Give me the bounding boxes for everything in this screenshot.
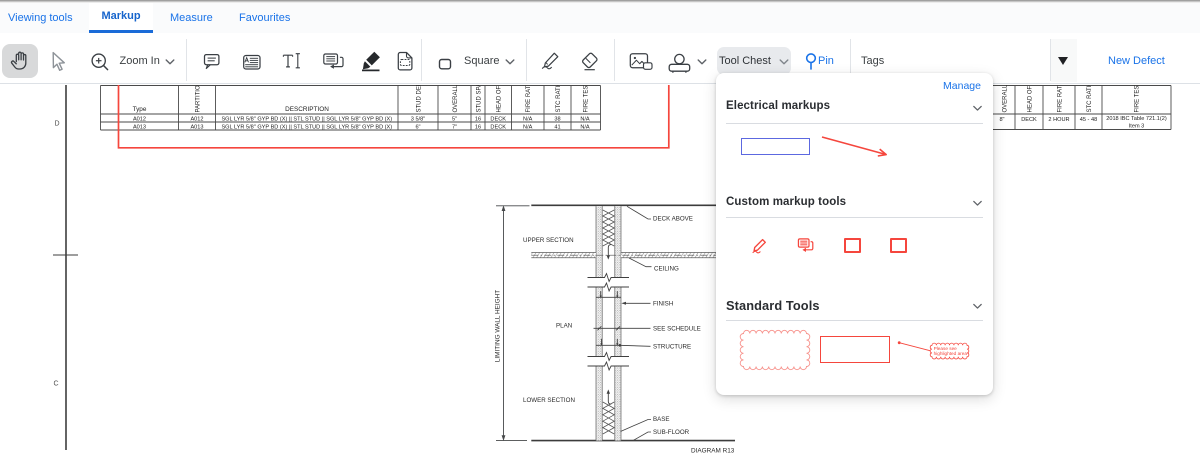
svg-text:LOWER SECTION: LOWER SECTION [523, 397, 575, 404]
svg-text:7": 7" [452, 124, 457, 130]
svg-text:DECK: DECK [490, 124, 506, 130]
svg-text:SGL LYR 5/8" GYP BD (X) || STL: SGL LYR 5/8" GYP BD (X) || STL STUD || S… [221, 124, 392, 130]
svg-text:SUB-FLOOR: SUB-FLOOR [653, 429, 690, 436]
svg-text:38: 38 [554, 116, 560, 122]
svg-text:C: C [53, 381, 58, 388]
svg-text:LIMITING WALL HEIGHT: LIMITING WALL HEIGHT [495, 290, 502, 362]
svg-text:3 5/8": 3 5/8" [411, 116, 425, 122]
svg-text:5": 5" [452, 116, 457, 122]
svg-text:HEAD OF: HEAD OF [1028, 85, 1034, 112]
svg-text:FIRE RATI: FIRE RATI [526, 85, 532, 113]
svg-text:DECK ABOVE: DECK ABOVE [653, 216, 693, 223]
svg-text:highlighted area: highlighted area [934, 351, 968, 356]
svg-text:HEAD OF: HEAD OF [497, 85, 503, 112]
svg-text:D: D [54, 121, 59, 128]
svg-text:PARTITION: PARTITION [196, 85, 202, 113]
svg-text:STUD DEP: STUD DEP [417, 85, 423, 113]
svg-text:STC RATIO: STC RATIO [1087, 85, 1093, 113]
svg-text:A013: A013 [133, 124, 146, 130]
svg-text:OVERALL: OVERALL [1003, 85, 1009, 113]
svg-text:SGL LYR 5/8" GYP BD (X) || STL: SGL LYR 5/8" GYP BD (X) || STL STUD || S… [221, 116, 392, 122]
svg-text:PLAN: PLAN [556, 322, 572, 329]
svg-text:N/A: N/A [580, 116, 590, 122]
svg-text:FIRE RATI: FIRE RATI [1058, 85, 1064, 113]
svg-text:16: 16 [475, 124, 481, 130]
svg-text:8": 8" [999, 117, 1004, 123]
svg-text:A012: A012 [190, 116, 203, 122]
svg-text:STUD SPA: STUD SPA [477, 85, 483, 113]
svg-text:2018 IBC Table 721.1(2): 2018 IBC Table 721.1(2) [1106, 116, 1167, 122]
svg-text:Item 3: Item 3 [1129, 124, 1145, 130]
svg-text:Type: Type [133, 106, 147, 113]
svg-text:FIRE TEST: FIRE TEST [1135, 85, 1141, 113]
svg-text:DECK: DECK [1021, 117, 1037, 123]
svg-text:A012: A012 [133, 116, 146, 122]
svg-text:N/A: N/A [523, 124, 533, 130]
svg-text:SEE SCHEDULE: SEE SCHEDULE [653, 326, 701, 333]
svg-text:OVERALL: OVERALL [453, 85, 459, 113]
svg-text:16: 16 [475, 116, 481, 122]
svg-text:41: 41 [554, 124, 560, 130]
svg-text:DIAGRAM R13: DIAGRAM R13 [691, 448, 735, 455]
svg-text:N/A: N/A [523, 116, 533, 122]
svg-text:N/A: N/A [580, 124, 590, 130]
svg-text:DESCRIPTION: DESCRIPTION [285, 106, 329, 113]
svg-text:A013: A013 [190, 124, 203, 130]
svg-text:CEILING: CEILING [654, 265, 679, 272]
svg-text:STRUCTURE: STRUCTURE [653, 343, 691, 350]
svg-text:6": 6" [415, 124, 420, 130]
svg-text:STC RATIO: STC RATIO [556, 85, 562, 113]
svg-text:FINISH: FINISH [653, 301, 673, 308]
svg-text:DECK: DECK [490, 116, 506, 122]
svg-text:2 HOUR: 2 HOUR [1048, 117, 1069, 123]
svg-text:FIRE TEST: FIRE TEST [584, 85, 590, 113]
svg-text:45 - 48: 45 - 48 [1080, 117, 1097, 123]
svg-text:BASE: BASE [653, 416, 670, 423]
svg-text:UPPER SECTION: UPPER SECTION [523, 237, 574, 244]
